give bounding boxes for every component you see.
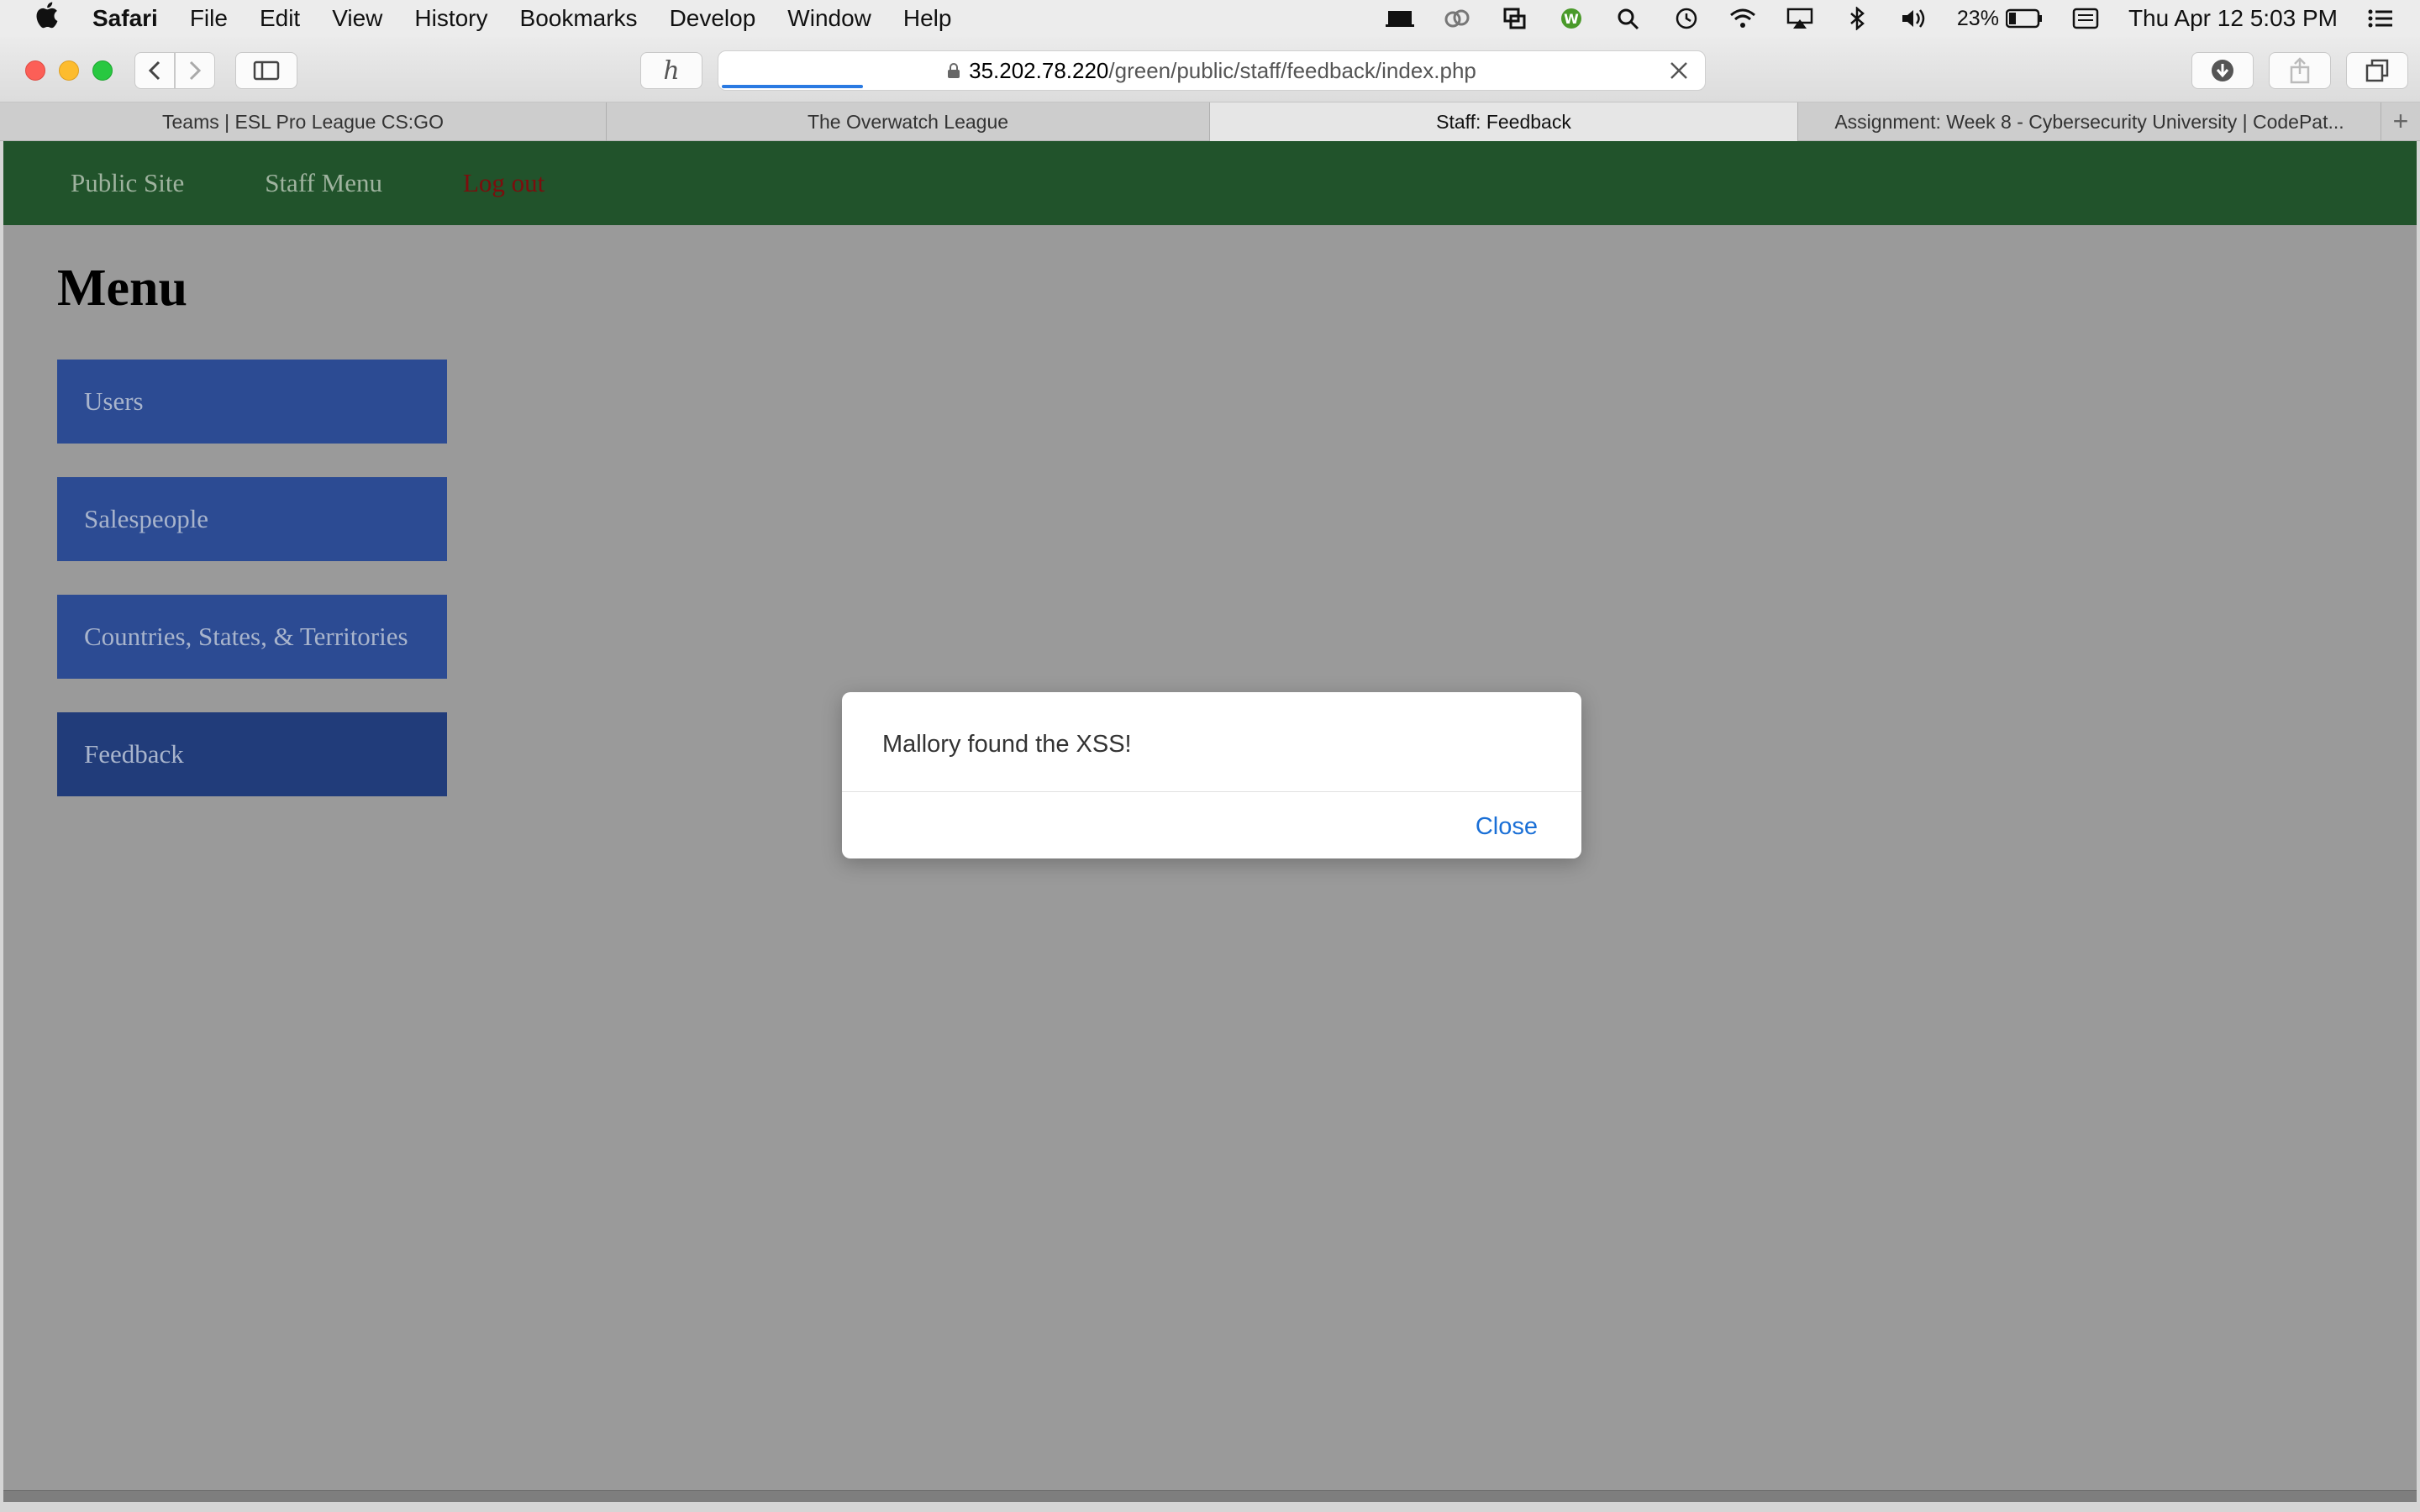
honey-extension-button[interactable]: h <box>640 52 702 89</box>
downloads-button[interactable] <box>2191 52 2254 89</box>
time-machine-icon[interactable] <box>1671 7 1700 30</box>
airplay-icon[interactable] <box>1786 7 1814 30</box>
volume-icon[interactable] <box>1900 7 1928 30</box>
menu-app-safari[interactable]: Safari <box>92 5 158 32</box>
menu-view[interactable]: View <box>332 5 382 32</box>
display-icon[interactable] <box>1385 7 1414 30</box>
chevron-right-icon <box>189 60 202 81</box>
menu-window[interactable]: Window <box>787 5 871 32</box>
browser-toolbar: h 35.202.78.220/green/public/staff/feedb… <box>0 37 2420 102</box>
window-frame-right <box>2417 141 2420 1512</box>
tab-label: Staff: Feedback <box>1436 110 1571 133</box>
apple-menu-icon[interactable] <box>34 1 67 36</box>
creative-cloud-icon[interactable] <box>1443 7 1471 30</box>
menu-develop[interactable]: Develop <box>670 5 756 32</box>
plus-icon: + <box>2392 106 2409 136</box>
menu-file[interactable]: File <box>190 5 228 32</box>
menu-help[interactable]: Help <box>903 5 952 32</box>
site-navbar: Public Site Staff Menu Log out <box>3 141 2417 225</box>
battery-icon[interactable] <box>2005 8 2043 29</box>
battery-percent: 23% <box>1956 6 1999 30</box>
bluetooth-icon[interactable] <box>1843 7 1871 30</box>
nav-log-out-link[interactable]: Log out <box>463 168 544 198</box>
notification-center-icon[interactable] <box>2366 7 2395 30</box>
tab-overview-button[interactable] <box>2346 52 2408 89</box>
back-button[interactable] <box>134 52 175 89</box>
tab-label: Teams | ESL Pro League CS:GO <box>162 110 444 133</box>
chevron-left-icon <box>148 60 160 81</box>
zoom-window-button[interactable] <box>92 60 113 81</box>
page-load-progress <box>722 85 863 88</box>
page-title: Menu <box>57 260 187 317</box>
share-button[interactable] <box>2269 52 2331 89</box>
wifi-icon[interactable] <box>1728 7 1757 30</box>
nav-staff-menu-link[interactable]: Staff Menu <box>265 168 382 198</box>
tab-overwatch-league[interactable]: The Overwatch League <box>607 102 1210 141</box>
tab-bar: Teams | ESL Pro League CS:GO The Overwat… <box>0 102 2420 141</box>
menu-bookmarks[interactable]: Bookmarks <box>520 5 638 32</box>
alert-message: Mallory found the XSS! <box>882 731 1132 758</box>
menu-item-salespeople[interactable]: Salespeople <box>57 477 447 561</box>
menu-item-territories[interactable]: Countries, States, & Territories <box>57 595 447 679</box>
lock-icon <box>948 63 960 78</box>
alert-divider <box>842 791 1581 792</box>
menu-edit[interactable]: Edit <box>260 5 300 32</box>
horizontal-scrollbar[interactable] <box>3 1490 2417 1502</box>
minimize-window-button[interactable] <box>59 60 79 81</box>
honey-h-icon: h <box>663 55 680 86</box>
staff-menu-list: Users Salespeople Countries, States, & T… <box>57 360 447 830</box>
alert-close-button[interactable]: Close <box>1476 813 1538 841</box>
close-window-button[interactable] <box>25 60 45 81</box>
tab-esl-pro-league[interactable]: Teams | ESL Pro League CS:GO <box>0 102 607 141</box>
address-bar[interactable]: 35.202.78.220/green/public/staff/feedbac… <box>718 50 1706 91</box>
url-path: /green/public/staff/feedback/index.php <box>1108 57 1476 83</box>
new-tab-button[interactable]: + <box>2381 102 2420 140</box>
tabs-icon <box>2365 59 2389 82</box>
spotlight-search-icon[interactable] <box>1614 7 1643 30</box>
macos-menu-bar: Safari File Edit View History Bookmarks … <box>0 0 2420 37</box>
stop-loading-icon[interactable] <box>1666 58 1691 83</box>
share-icon <box>2290 57 2310 84</box>
menu-item-users[interactable]: Users <box>57 360 447 444</box>
tab-label: Assignment: Week 8 - Cybersecurity Unive… <box>1834 110 2344 133</box>
window-frame-bottom <box>0 1502 2420 1512</box>
tab-codepath-assignment[interactable]: Assignment: Week 8 - Cybersecurity Unive… <box>1798 102 2381 141</box>
forward-button[interactable] <box>175 52 215 89</box>
download-icon <box>2212 60 2233 81</box>
alert-dialog: Mallory found the XSS! Close <box>842 692 1581 858</box>
tab-label: The Overwatch League <box>807 110 1009 133</box>
w-extension-icon[interactable]: W <box>1557 7 1586 30</box>
sidebar-toggle-button[interactable] <box>235 52 297 89</box>
input-menu-icon[interactable] <box>2071 7 2100 30</box>
status-tray: W 23% Thu Apr 12 5:03 PM <box>1357 0 2395 37</box>
tab-staff-feedback[interactable]: Staff: Feedback <box>1210 102 1798 141</box>
window-manager-icon[interactable] <box>1500 7 1528 30</box>
menubar-clock[interactable]: Thu Apr 12 5:03 PM <box>2128 5 2338 32</box>
menu-item-feedback[interactable]: Feedback <box>57 712 447 796</box>
svg-text:W: W <box>1564 11 1579 27</box>
nav-public-site-link[interactable]: Public Site <box>71 168 184 198</box>
menu-history[interactable]: History <box>414 5 487 32</box>
url-host: 35.202.78.220 <box>969 57 1109 83</box>
sidebar-icon <box>253 60 280 81</box>
